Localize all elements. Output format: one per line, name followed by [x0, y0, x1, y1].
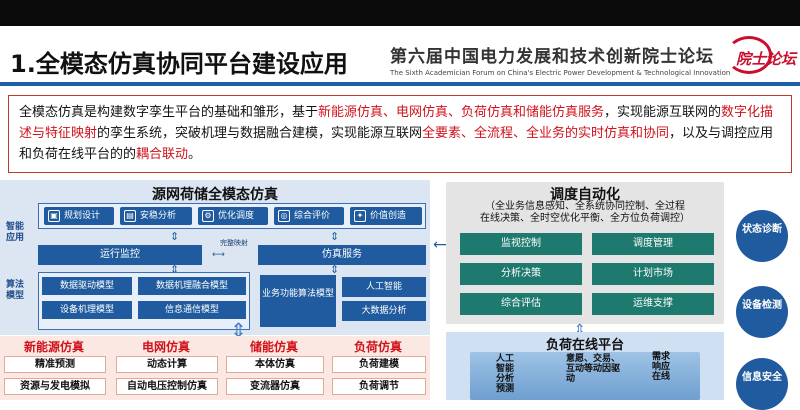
algo-data-mechanism: 数据机理融合模型 — [138, 277, 246, 295]
dispatch-ops-support: 运维支撑 — [592, 293, 714, 315]
app-comprehensive-evaluation: ◎ 综合评价 — [274, 207, 344, 225]
star-icon: ✦ — [354, 210, 366, 222]
load-driver-label: 意愿、交易、互动等动因驱动 — [566, 354, 621, 384]
circle-device-detection: 设备检测 — [736, 286, 788, 338]
up-down-arrow-icon: ⇕ — [170, 230, 180, 243]
search-icon: ◎ — [278, 210, 290, 222]
sim-cell: 自动电压控制仿真 — [116, 378, 218, 395]
header-rule — [0, 82, 800, 86]
app-optimal-dispatch: ⚙ 优化调度 — [198, 207, 268, 225]
dispatch-analysis-decision: 分析决策 — [460, 263, 582, 285]
algo-data-driven: 数据驱动模型 — [42, 277, 132, 295]
algo-ai: 人工智能 — [342, 277, 426, 297]
sim-head-storage: 储能仿真 — [249, 340, 298, 354]
app-value-creation: ✦ 价值创造 — [350, 207, 422, 225]
app-label: 综合评价 — [294, 211, 331, 221]
app-label: 安稳分析 — [140, 211, 177, 221]
sim-cell: 资源与发电模拟 — [4, 378, 106, 395]
gear-icon: ⚙ — [202, 210, 214, 222]
sim-head-load: 负荷仿真 — [353, 340, 402, 354]
mapping-label: 完整映射 — [220, 239, 248, 247]
app-stability-analysis: ▤ 安稳分析 — [120, 207, 192, 225]
sim-cell: 精准预测 — [4, 356, 106, 373]
sim-cell: 负荷建模 — [332, 356, 426, 373]
intro-text: ，实现能源互联网的 — [604, 105, 722, 120]
dispatch-comprehensive-eval: 综合评估 — [460, 293, 582, 315]
label-algo-model: 算法模型 — [6, 280, 25, 301]
sim-head-grid: 电网仿真 — [141, 340, 190, 354]
run-monitor-bar: 运行监控 — [38, 245, 202, 265]
algo-device-mechanism: 设备机理模型 — [42, 301, 132, 319]
intro-text: 的孪生系统，突破机理与数据融合建模，实现能源互联网 — [97, 126, 423, 141]
app-label: 价值创造 — [370, 211, 407, 221]
dispatch-plan-market: 计划市场 — [592, 263, 714, 285]
load-demand-label: 需求响应在线 — [652, 352, 671, 382]
forum-name-cn: 第六届中国电力发展和技术创新院士论坛 — [390, 47, 714, 67]
algo-business-function: 业务功能算法模型 — [260, 275, 336, 327]
sim-service-bar: 仿真服务 — [258, 245, 426, 265]
full-modal-sim-title: 源网荷储全模态仿真 — [152, 187, 278, 203]
sim-cell: 负荷调节 — [332, 378, 426, 395]
page-title: 1.全模态仿真协同平台建设应用 — [10, 50, 348, 78]
up-down-arrow-icon: ⇕ — [330, 263, 340, 276]
label-smart-app: 智能应用 — [6, 222, 25, 243]
dispatch-monitor-control: 监视控制 — [460, 233, 582, 255]
intro-highlight: 新能源仿真、电网仿真、负荷仿真和储能仿真服务 — [318, 105, 605, 120]
logo-text: 院士论坛 — [736, 50, 797, 68]
forum-header: 第六届中国电力发展和技术创新院士论坛 The Sixth Academician… — [390, 42, 731, 77]
load-online-title: 负荷在线平台 — [545, 338, 624, 353]
sim-cell: 变流器仿真 — [226, 378, 324, 395]
planning-icon: ▣ — [48, 210, 60, 222]
intro-text: 。 — [188, 147, 202, 162]
algo-big-data: 大数据分析 — [342, 301, 426, 321]
intro-highlight: 耦合联动 — [136, 147, 189, 162]
app-label: 规划设计 — [64, 211, 101, 221]
dispatch-management: 调度管理 — [592, 233, 714, 255]
subtitle-line: 在线决策、全时空优化平衡、全方位负荷调控） — [480, 213, 690, 224]
algo-info-comm: 信息通信模型 — [138, 301, 246, 319]
dispatch-automation-subtitle: （全业务信息感知、全系统协同控制、全过程 在线决策、全时空优化平衡、全方位负荷调… — [446, 201, 724, 225]
circle-status-diagnosis: 状态诊断 — [736, 210, 788, 262]
analysis-icon: ▤ — [124, 210, 136, 222]
forum-name-en: The Sixth Academician Forum on China's E… — [390, 69, 731, 77]
sim-head-new-energy: 新能源仿真 — [23, 340, 84, 354]
app-label: 优化调度 — [218, 211, 255, 221]
load-ai-label: 人工智能分析预测 — [496, 354, 515, 394]
subtitle-line: （全业务信息感知、全系统协同控制、全过程 — [485, 201, 685, 212]
intro-highlight: 全要素、全流程、全业务的实时仿真和协同 — [422, 126, 670, 141]
sim-cell: 本体仿真 — [226, 356, 324, 373]
intro-paragraph: 全模态仿真是构建数字孪生平台的基础和雏形，基于新能源仿真、电网仿真、负荷仿真和储… — [8, 95, 792, 173]
left-right-arrow-icon: ⟷ — [212, 250, 225, 260]
up-down-arrow-icon: ⇕ — [330, 230, 340, 243]
app-planning-design: ▣ 规划设计 — [44, 207, 114, 225]
top-black-bar — [0, 0, 800, 26]
forum-logo: 院士论坛 — [726, 36, 796, 78]
sim-cell: 动态计算 — [116, 356, 218, 373]
circle-info-security: 信息安全 — [736, 358, 788, 410]
intro-text: 全模态仿真是构建数字孪生平台的基础和雏形，基于 — [19, 105, 319, 120]
